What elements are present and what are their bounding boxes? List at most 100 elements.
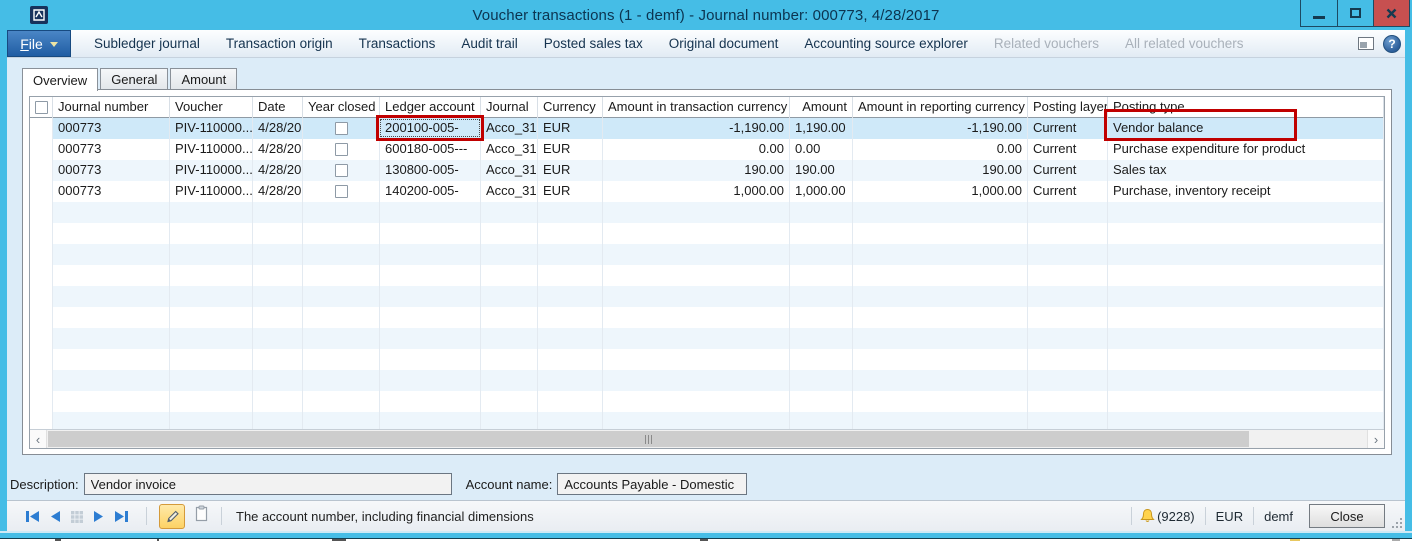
column-header-voucher[interactable]: Voucher (170, 97, 253, 118)
tab-general[interactable]: General (100, 68, 168, 90)
column-header-posting_layer[interactable]: Posting layer (1028, 97, 1108, 118)
notifications-button[interactable]: (9228) (1140, 508, 1197, 524)
cell-year_closed[interactable] (303, 139, 380, 160)
minimize-button[interactable] (1301, 0, 1337, 26)
cell-amount_reporting[interactable]: -1,190.00 (853, 118, 1028, 139)
menu-item-original-document[interactable]: Original document (656, 30, 792, 57)
cell-journal_number[interactable]: 000773 (53, 118, 170, 139)
scrollbar-track[interactable] (47, 430, 1367, 448)
cell-voucher[interactable]: PIV-110000... (170, 160, 253, 181)
resize-grip[interactable] (1392, 518, 1402, 528)
column-header-ledger_account[interactable]: Ledger account (380, 97, 481, 118)
menu-item-transactions[interactable]: Transactions (346, 30, 449, 57)
cell-year_closed[interactable] (303, 181, 380, 202)
close-window-button[interactable] (1373, 0, 1409, 26)
cell-amount_transaction[interactable]: 190.00 (603, 160, 790, 181)
description-field[interactable] (84, 473, 452, 495)
cell-ledger_account[interactable]: 200100-005- (380, 118, 481, 139)
scroll-right-button[interactable]: › (1367, 430, 1384, 448)
cell-journal_number[interactable]: 000773 (53, 160, 170, 181)
column-header-journal_number[interactable]: Journal number (53, 97, 170, 118)
cell-sel[interactable] (30, 139, 53, 160)
cell-amount_transaction[interactable]: 1,000.00 (603, 181, 790, 202)
horizontal-scrollbar[interactable]: ‹ › (30, 429, 1384, 448)
column-header-posting_type[interactable]: Posting type (1108, 97, 1384, 118)
cell-journal_number[interactable]: 000773 (53, 181, 170, 202)
column-header-amount_reporting[interactable]: Amount in reporting currency (853, 97, 1028, 118)
column-header-sel[interactable] (30, 97, 53, 118)
grid-row[interactable]: 000773PIV-110000...4/28/20... 130800-005-… (30, 160, 1384, 181)
menu-item-accounting-source-explorer[interactable]: Accounting source explorer (791, 30, 981, 57)
cell-date[interactable]: 4/28/20... (253, 181, 303, 202)
cell-date[interactable]: 4/28/20... (253, 139, 303, 160)
cell-currency[interactable]: EUR (538, 181, 603, 202)
cell-sel[interactable] (30, 181, 53, 202)
file-menu-button[interactable]: File (7, 30, 71, 57)
cell-year_closed[interactable] (303, 160, 380, 181)
first-record-button[interactable] (25, 510, 40, 523)
menu-item-subledger-journal[interactable]: Subledger journal (81, 30, 213, 57)
cell-voucher[interactable]: PIV-110000... (170, 139, 253, 160)
scroll-left-button[interactable]: ‹ (30, 430, 47, 448)
cell-amount[interactable]: 1,000.00 (790, 181, 853, 202)
cell-posting_type[interactable]: Sales tax (1108, 160, 1384, 181)
cell-amount_transaction[interactable]: -1,190.00 (603, 118, 790, 139)
grid-row[interactable]: 000773PIV-110000...4/28/20... 200100-005-… (30, 118, 1384, 139)
cell-posting_type[interactable]: Purchase, inventory receipt (1108, 181, 1384, 202)
window-layout-icon[interactable] (1358, 37, 1374, 50)
cell-amount[interactable]: 1,190.00 (790, 118, 853, 139)
previous-record-button[interactable] (49, 510, 61, 523)
cell-date[interactable]: 4/28/20... (253, 118, 303, 139)
menu-item-audit-trail[interactable]: Audit trail (448, 30, 530, 57)
select-all-checkbox[interactable] (35, 101, 48, 114)
cell-amount_reporting[interactable]: 1,000.00 (853, 181, 1028, 202)
menu-item-posted-sales-tax[interactable]: Posted sales tax (531, 30, 656, 57)
cell-journal[interactable]: Acco_31 (481, 160, 538, 181)
cell-posting_type[interactable]: Vendor balance (1108, 118, 1384, 139)
cell-currency[interactable]: EUR (538, 118, 603, 139)
scrollbar-thumb[interactable] (48, 431, 1249, 447)
cell-voucher[interactable]: PIV-110000... (170, 181, 253, 202)
cell-ledger_account[interactable]: 140200-005- (380, 181, 481, 202)
currency-indicator[interactable]: EUR (1214, 509, 1245, 524)
last-record-button[interactable] (114, 510, 129, 523)
cell-sel[interactable] (30, 160, 53, 181)
tab-amount[interactable]: Amount (170, 68, 237, 90)
cell-currency[interactable]: EUR (538, 139, 603, 160)
cell-journal[interactable]: Acco_31 (481, 118, 538, 139)
account-name-field[interactable] (557, 473, 747, 495)
tab-overview[interactable]: Overview (22, 68, 98, 91)
cell-amount[interactable]: 0.00 (790, 139, 853, 160)
grid-row[interactable]: 000773PIV-110000...4/28/20...600180-005-… (30, 139, 1384, 160)
year-closed-checkbox[interactable] (335, 185, 348, 198)
column-header-year_closed[interactable]: Year closed (303, 97, 380, 118)
cell-posting_layer[interactable]: Current (1028, 139, 1108, 160)
cell-posting_layer[interactable]: Current (1028, 118, 1108, 139)
cell-posting_type[interactable]: Purchase expenditure for product (1108, 139, 1384, 160)
year-closed-checkbox[interactable] (335, 143, 348, 156)
cell-voucher[interactable]: PIV-110000... (170, 118, 253, 139)
cell-year_closed[interactable] (303, 118, 380, 139)
column-header-amount[interactable]: Amount (790, 97, 853, 118)
cell-ledger_account[interactable]: 130800-005- (380, 160, 481, 181)
company-indicator[interactable]: demf (1262, 509, 1295, 524)
cell-sel[interactable] (30, 118, 53, 139)
help-icon[interactable]: ? (1383, 35, 1401, 53)
cell-amount_reporting[interactable]: 0.00 (853, 139, 1028, 160)
document-handling-button[interactable] (194, 505, 209, 528)
close-button[interactable]: Close (1309, 504, 1385, 528)
next-record-button[interactable] (93, 510, 105, 523)
year-closed-checkbox[interactable] (335, 164, 348, 177)
column-header-currency[interactable]: Currency (538, 97, 603, 118)
cell-amount_reporting[interactable]: 190.00 (853, 160, 1028, 181)
cell-posting_layer[interactable]: Current (1028, 181, 1108, 202)
cell-currency[interactable]: EUR (538, 160, 603, 181)
grid-row[interactable]: 000773PIV-110000...4/28/20... 140200-005-… (30, 181, 1384, 202)
menu-item-transaction-origin[interactable]: Transaction origin (213, 30, 346, 57)
cell-amount[interactable]: 190.00 (790, 160, 853, 181)
column-header-date[interactable]: Date (253, 97, 303, 118)
maximize-button[interactable] (1337, 0, 1373, 26)
column-header-amount_transaction[interactable]: Amount in transaction currency (603, 97, 790, 118)
cell-date[interactable]: 4/28/20... (253, 160, 303, 181)
cell-journal[interactable]: Acco_31 (481, 181, 538, 202)
